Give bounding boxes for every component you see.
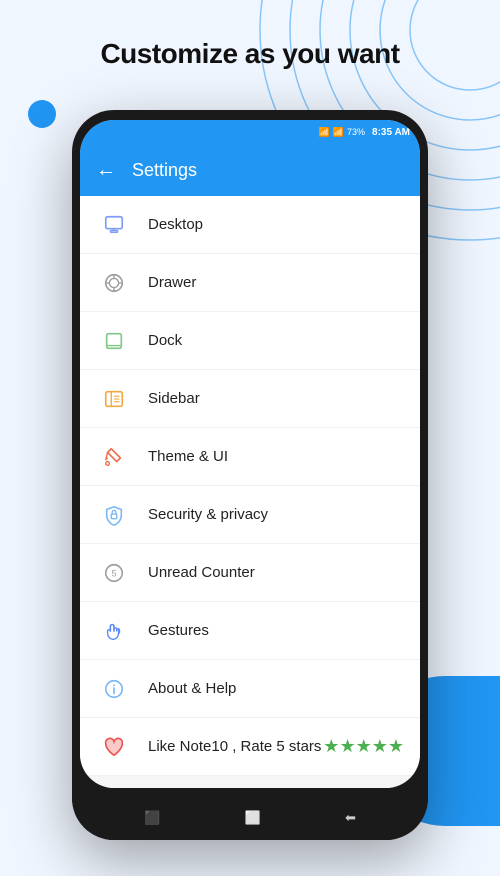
theme-icon <box>96 439 132 475</box>
settings-item-desktop[interactable]: Desktop <box>80 196 420 254</box>
sidebar-label: Sidebar <box>148 390 404 407</box>
gestures-icon <box>96 613 132 649</box>
theme-label: Theme & UI <box>148 448 404 465</box>
settings-item-sidebar[interactable]: Sidebar <box>80 370 420 428</box>
drawer-label: Drawer <box>148 274 404 291</box>
star-2: ★ <box>339 736 355 757</box>
gestures-label: Gestures <box>148 622 404 639</box>
security-icon <box>96 497 132 533</box>
settings-item-security[interactable]: Security & privacy <box>80 486 420 544</box>
drawer-icon <box>96 265 132 301</box>
settings-item-theme[interactable]: Theme & UI <box>80 428 420 486</box>
unread-icon: 5 <box>96 555 132 591</box>
star-rating: ★ ★ ★ ★ ★ <box>323 736 404 757</box>
navbar-home-icon[interactable]: ⬜ <box>245 810 261 826</box>
status-time: 8:35 AM <box>372 127 410 138</box>
bluetooth-icon: 📶 <box>319 127 330 138</box>
settings-item-gestures[interactable]: Gestures <box>80 602 420 660</box>
app-bar: ← Settings <box>80 144 420 196</box>
wifi-icon: 📶 <box>333 127 344 138</box>
settings-item-unread[interactable]: 5 Unread Counter <box>80 544 420 602</box>
star-5: ★ <box>388 736 404 757</box>
heart-icon <box>96 729 132 765</box>
settings-footer <box>80 776 420 788</box>
app-bar-title: Settings <box>132 160 197 181</box>
phone-frame: 📶 📶 73% 8:35 AM ← Settings <box>72 110 428 840</box>
star-1: ★ <box>323 736 339 757</box>
sidebar-icon <box>96 381 132 417</box>
rate-label: Like Note10 , Rate 5 stars <box>148 738 323 755</box>
status-bar: 📶 📶 73% 8:35 AM <box>80 120 420 144</box>
navbar-recent-icon[interactable]: ⬛ <box>144 810 160 826</box>
security-label: Security & privacy <box>148 506 404 523</box>
decorative-dot <box>28 100 56 128</box>
star-4: ★ <box>372 736 388 757</box>
about-icon <box>96 671 132 707</box>
settings-item-about[interactable]: About & Help <box>80 660 420 718</box>
settings-list: Desktop Drawer <box>80 196 420 788</box>
navbar-back-icon[interactable]: ⬅ <box>345 810 356 826</box>
dock-label: Dock <box>148 332 404 349</box>
back-button[interactable]: ← <box>96 159 116 182</box>
phone-screen: 📶 📶 73% 8:35 AM ← Settings <box>80 120 420 788</box>
about-label: About & Help <box>148 680 404 697</box>
star-3: ★ <box>356 736 372 757</box>
settings-item-rate[interactable]: Like Note10 , Rate 5 stars ★ ★ ★ ★ ★ <box>80 718 420 776</box>
svg-text:5: 5 <box>111 568 116 578</box>
dock-icon <box>96 323 132 359</box>
unread-label: Unread Counter <box>148 564 404 581</box>
battery-text: 73% <box>347 127 365 137</box>
phone-navbar: ⬛ ⬜ ⬅ <box>72 796 428 840</box>
settings-item-drawer[interactable]: Drawer <box>80 254 420 312</box>
desktop-label: Desktop <box>148 216 404 233</box>
page-headline: Customize as you want <box>0 38 500 70</box>
settings-item-dock[interactable]: Dock <box>80 312 420 370</box>
status-icons: 📶 📶 73% 8:35 AM <box>319 127 410 138</box>
desktop-icon <box>96 207 132 243</box>
